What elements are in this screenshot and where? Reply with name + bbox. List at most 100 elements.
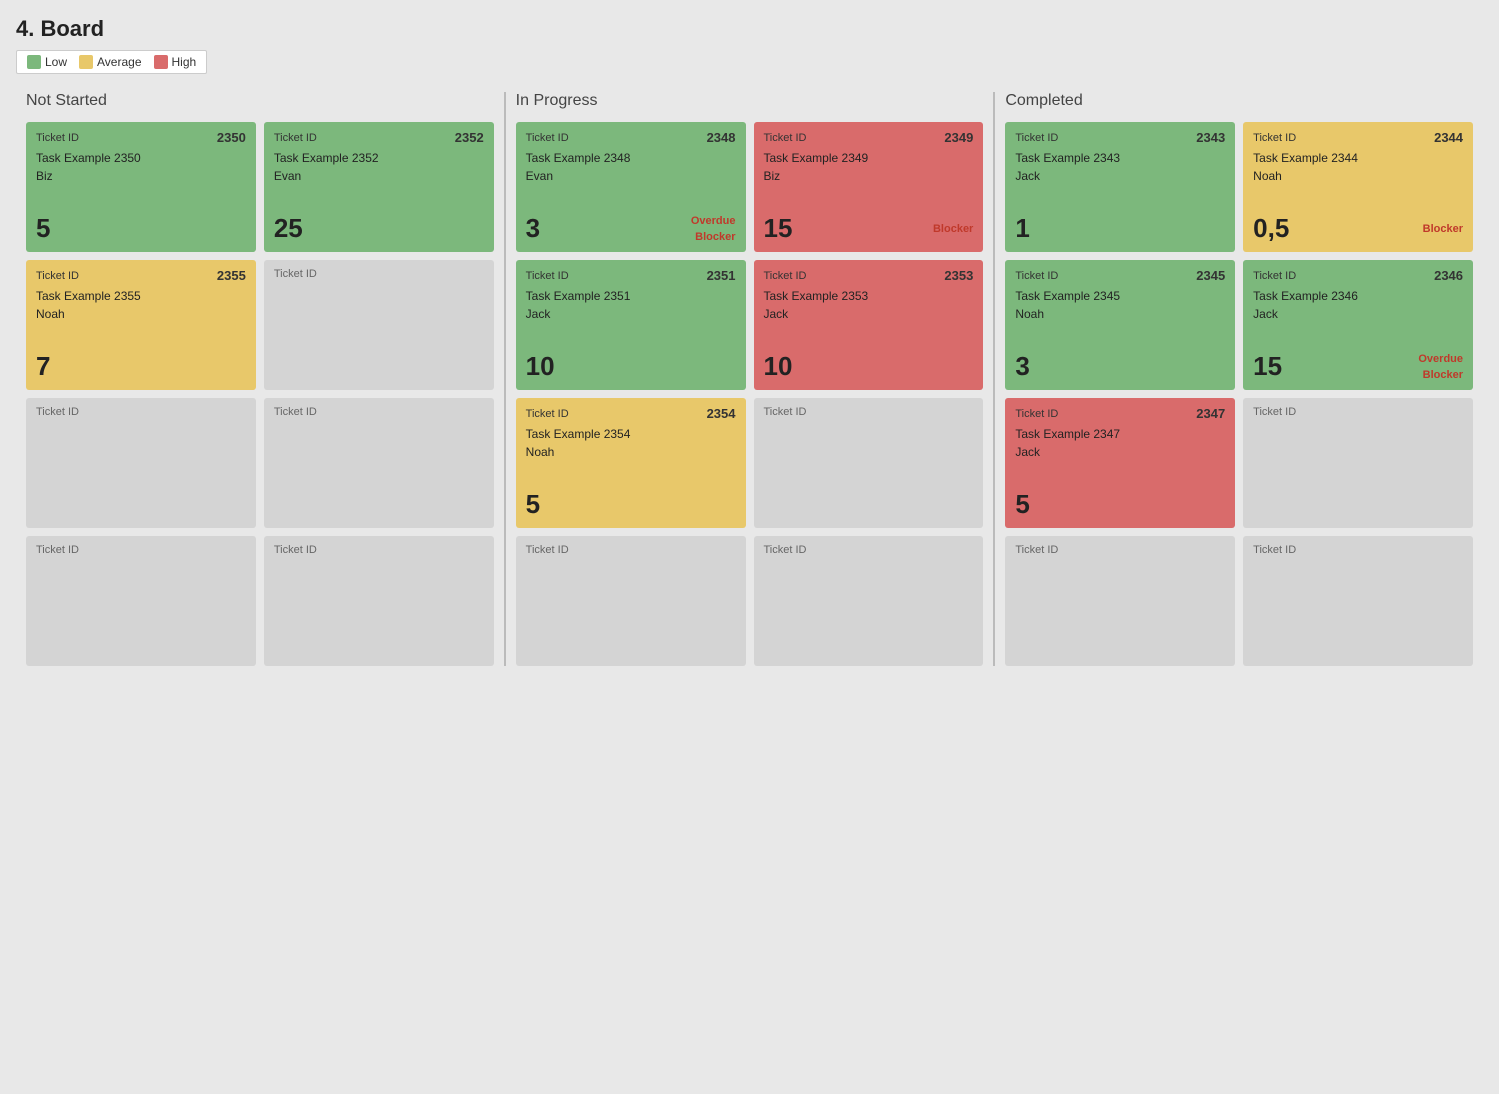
ticket-id-label: Ticket ID <box>526 270 569 282</box>
task-card[interactable]: Ticket ID2348Task Example 2348Evan3Overd… <box>516 122 746 252</box>
task-card[interactable]: Ticket ID2350 Task Example 2350 Biz 5 <box>26 122 256 252</box>
page-title: 4. Board <box>16 16 1483 42</box>
ticket-id-label: Ticket ID <box>274 132 317 144</box>
ticket-id-value: 2348 <box>707 130 736 145</box>
task-card[interactable]: Ticket ID2351 Task Example 2351 Jack 10 <box>516 260 746 390</box>
legend-color-box <box>154 55 168 69</box>
card-empty: Ticket ID <box>26 398 256 528</box>
card-header: Ticket ID2355 <box>36 268 246 283</box>
task-card[interactable]: Ticket ID2344Task Example 2344Noah0,5Blo… <box>1243 122 1473 252</box>
card-assignee: Jack <box>1253 307 1463 321</box>
ticket-id-label: Ticket ID <box>1015 408 1058 420</box>
task-card[interactable]: Ticket ID2354Task Example 2354Noah5 <box>516 398 746 528</box>
ticket-id-label: Ticket ID <box>36 270 79 282</box>
card-header: Ticket ID2345 <box>1015 268 1225 283</box>
card-footer: 5 <box>526 489 736 520</box>
card-header: Ticket ID 2352 <box>274 130 484 145</box>
task-card[interactable]: Ticket ID2345Task Example 2345Noah3 <box>1005 260 1235 390</box>
legend-label: High <box>172 55 197 69</box>
card-empty: Ticket ID <box>1005 536 1235 666</box>
card-title: Task Example 2344 <box>1253 151 1463 165</box>
ticket-id-label: Ticket ID <box>1015 132 1058 144</box>
card-assignee: Jack <box>526 307 736 321</box>
ticket-id-label: Ticket ID <box>264 536 494 564</box>
card-empty: Ticket ID <box>264 260 494 390</box>
task-card[interactable]: Ticket ID2355Task Example 2355Noah7 <box>26 260 256 390</box>
card-points: 7 <box>36 351 50 382</box>
card-assignee: Evan <box>526 169 736 183</box>
card-tags: Blocker <box>1423 223 1463 235</box>
tag-blocker: Blocker <box>933 223 973 235</box>
ticket-id-value: 2345 <box>1196 268 1225 283</box>
card-empty: Ticket ID <box>26 536 256 666</box>
card-title: Task Example 2346 <box>1253 289 1463 303</box>
card-header: Ticket ID 2349 <box>764 130 974 145</box>
cards-grid: Ticket ID2350Task Example 2350Biz5Ticket… <box>26 122 494 666</box>
card-assignee: Biz <box>36 169 246 183</box>
tag-blocker: Blocker <box>1423 369 1463 381</box>
column-group: Completed Ticket ID 2343 Task Example 2343 J… <box>995 92 1483 666</box>
ticket-id-label: Ticket ID <box>764 132 807 144</box>
task-card[interactable]: Ticket ID2346Task Example 2346Jack15Over… <box>1243 260 1473 390</box>
card-title: Task Example 2348 <box>526 151 736 165</box>
ticket-id-label: Ticket ID <box>1253 270 1296 282</box>
card-header: Ticket ID2354 <box>526 406 736 421</box>
card-header: Ticket ID 2343 <box>1015 130 1225 145</box>
card-footer: 15Blocker <box>764 213 974 244</box>
card-title: Task Example 2347 <box>1015 427 1225 441</box>
cards-grid: Ticket ID 2348 Task Example 2348 Evan 3Overd… <box>516 122 984 666</box>
card-assignee: Noah <box>1015 307 1225 321</box>
card-footer: 1 <box>1015 213 1225 244</box>
card-points: 5 <box>36 213 50 244</box>
card-header: Ticket ID2351 <box>526 268 736 283</box>
card-title: Task Example 2351 <box>526 289 736 303</box>
ticket-id-label: Ticket ID <box>1243 536 1473 564</box>
legend-item: Low <box>27 55 67 69</box>
card-assignee: Biz <box>764 169 974 183</box>
card-title: Task Example 2350 <box>36 151 246 165</box>
tag-overdue: Overdue <box>1418 353 1463 365</box>
card-assignee: Evan <box>274 169 484 183</box>
ticket-id-label: Ticket ID <box>1253 132 1296 144</box>
column-title: Completed <box>1005 92 1473 110</box>
card-points: 25 <box>274 213 303 244</box>
cards-grid: Ticket ID 2343 Task Example 2343 Jack 1 Ticke… <box>1005 122 1473 666</box>
card-footer: 3OverdueBlocker <box>526 213 736 244</box>
card-empty: Ticket ID <box>1243 398 1473 528</box>
ticket-id-value: 2343 <box>1196 130 1225 145</box>
task-card[interactable]: Ticket ID2343Task Example 2343Jack1 <box>1005 122 1235 252</box>
card-assignee: Noah <box>526 445 736 459</box>
ticket-id-label: Ticket ID <box>516 536 746 564</box>
card-empty: Ticket ID <box>754 398 984 528</box>
card-points: 10 <box>764 351 793 382</box>
legend-item: Average <box>79 55 141 69</box>
card-empty: Ticket ID <box>1243 536 1473 666</box>
ticket-id-value: 2349 <box>944 130 973 145</box>
card-header: Ticket ID2347 <box>1015 406 1225 421</box>
legend-label: Average <box>97 55 141 69</box>
card-points: 5 <box>1015 489 1029 520</box>
card-footer: 10 <box>764 351 974 382</box>
card-assignee: Jack <box>1015 445 1225 459</box>
task-card[interactable]: Ticket ID2349Task Example 2349Biz15Block… <box>754 122 984 252</box>
ticket-id-value: 2352 <box>455 130 484 145</box>
legend-item: High <box>154 55 197 69</box>
task-card[interactable]: Ticket ID2347 Task Example 2347 Jack 5 <box>1005 398 1235 528</box>
card-points: 10 <box>526 351 555 382</box>
card-header: Ticket ID 2344 <box>1253 130 1463 145</box>
ticket-id-value: 2344 <box>1434 130 1463 145</box>
task-card[interactable]: Ticket ID2352Task Example 2352Evan25 <box>264 122 494 252</box>
task-card[interactable]: Ticket ID2353Task Example 2353Jack10 <box>754 260 984 390</box>
column-group: In Progress Ticket ID 2348 Task Example 234… <box>506 92 996 666</box>
legend: Low Average High <box>16 50 207 74</box>
card-points: 15 <box>1253 351 1282 382</box>
legend-color-box <box>27 55 41 69</box>
ticket-id-value: 2354 <box>707 406 736 421</box>
card-header: Ticket ID2350 <box>36 130 246 145</box>
card-footer: 5 <box>1015 489 1225 520</box>
ticket-id-label: Ticket ID <box>26 536 256 564</box>
card-title: Task Example 2343 <box>1015 151 1225 165</box>
ticket-id-label: Ticket ID <box>1005 536 1235 564</box>
column-title: In Progress <box>516 92 984 110</box>
legend-color-box <box>79 55 93 69</box>
